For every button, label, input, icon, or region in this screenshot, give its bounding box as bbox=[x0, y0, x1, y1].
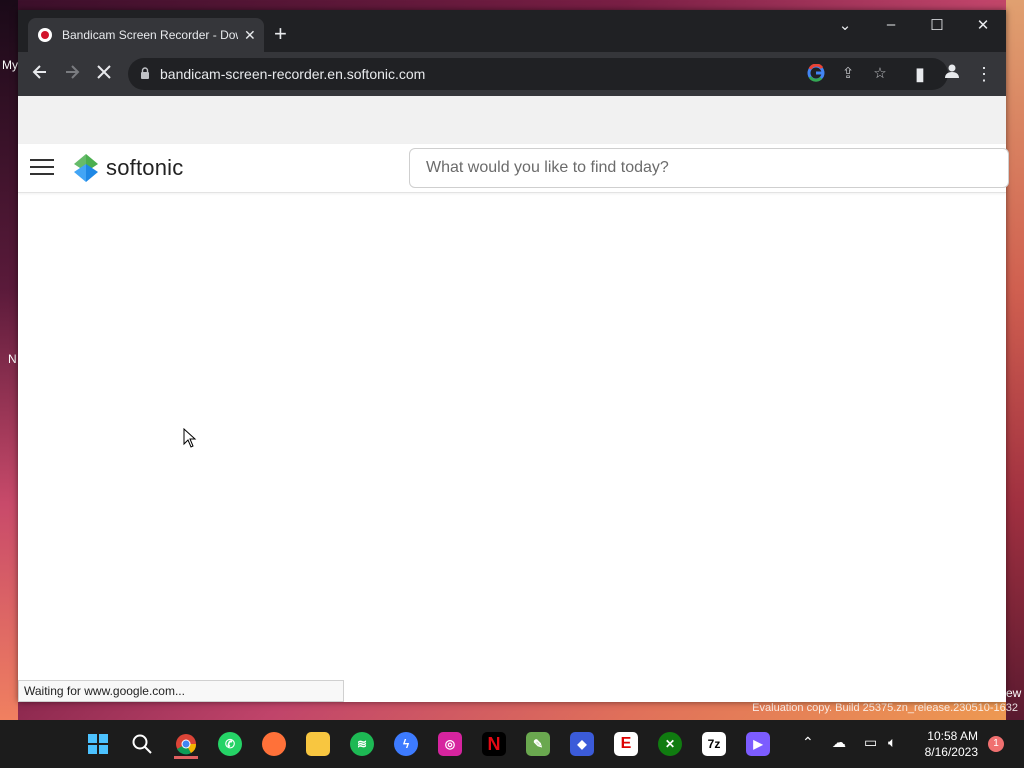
clock-time: 10:58 AM bbox=[927, 729, 978, 743]
xbox-icon[interactable]: ✕ bbox=[658, 732, 682, 756]
spotify-icon[interactable]: ≋ bbox=[350, 732, 374, 756]
instagram-icon[interactable]: ◎ bbox=[438, 732, 462, 756]
firefox-icon[interactable] bbox=[262, 732, 286, 756]
clipchamp-icon[interactable]: ▶ bbox=[746, 732, 770, 756]
messenger-icon[interactable]: ϟ bbox=[394, 732, 418, 756]
chevron-up-icon[interactable]: ⌃ bbox=[802, 734, 814, 751]
back-button[interactable] bbox=[28, 62, 52, 86]
netflix-icon[interactable]: N bbox=[482, 732, 506, 756]
desktop-icon-label[interactable]: ew bbox=[1006, 686, 1021, 700]
chrome-icon[interactable] bbox=[174, 732, 198, 759]
lock-icon bbox=[141, 67, 149, 79]
url-text: bandicam-screen-recorder.en.softonic.com bbox=[160, 66, 426, 82]
browser-toolbar: bandicam-screen-recorder.en.softonic.com… bbox=[18, 52, 1006, 96]
search-input[interactable] bbox=[409, 148, 1009, 188]
copilot-icon[interactable]: ◆ bbox=[570, 732, 594, 756]
bandicam-favicon-icon bbox=[38, 28, 52, 42]
ad-banner-area bbox=[18, 96, 1006, 144]
7zip-icon[interactable]: 7z bbox=[702, 732, 726, 756]
taskbar: ✆ ≋ ϟ ◎ N ✎ ◆ E ✕ 7z ▶ ⌃ ☁ ▭ 🔈︎ 10:58 AM… bbox=[0, 720, 1024, 768]
network-icon[interactable]: ▭ bbox=[864, 734, 877, 751]
softonic-logo[interactable]: softonic bbox=[72, 152, 183, 184]
desktop-wallpaper-right bbox=[1006, 0, 1024, 720]
tab-bandicam[interactable]: Bandicam Screen Recorder - Dow ✕ bbox=[28, 18, 264, 52]
new-tab-button[interactable]: + bbox=[274, 23, 287, 45]
softonic-logo-icon bbox=[74, 154, 98, 182]
stop-icon bbox=[97, 65, 111, 79]
more-menu-icon[interactable]: ⋮ bbox=[972, 62, 996, 86]
forward-button[interactable] bbox=[60, 62, 84, 86]
stop-loading-button[interactable] bbox=[92, 62, 116, 86]
file-explorer-icon[interactable] bbox=[306, 732, 330, 756]
clock-date: 8/16/2023 bbox=[924, 745, 978, 759]
close-window-button[interactable]: ✕ bbox=[960, 16, 1006, 34]
profile-icon[interactable] bbox=[940, 62, 964, 86]
address-bar[interactable]: bandicam-screen-recorder.en.softonic.com… bbox=[128, 58, 948, 90]
clock[interactable]: 10:58 AM 8/16/2023 bbox=[925, 728, 978, 760]
minimize-button[interactable]: – bbox=[868, 16, 914, 33]
tab-search-icon[interactable]: ⌄ bbox=[822, 16, 868, 34]
desktop-icon-label[interactable]: My bbox=[2, 58, 18, 72]
logo-text: softonic bbox=[106, 155, 184, 180]
tab-title: Bandicam Screen Recorder - Dow bbox=[62, 28, 238, 42]
espn-icon[interactable]: E bbox=[614, 732, 638, 756]
tab-strip: Bandicam Screen Recorder - Dow ✕ + ⌄ – ☐… bbox=[18, 10, 1006, 52]
page-content: softonic Waiting for www.google.com... bbox=[18, 96, 1009, 702]
arrow-right-icon bbox=[66, 65, 80, 79]
volume-icon[interactable]: 🔈︎ bbox=[888, 734, 896, 751]
arrow-left-icon bbox=[32, 65, 46, 79]
onedrive-icon[interactable]: ☁ bbox=[832, 734, 846, 751]
desktop-icon-label[interactable]: N bbox=[8, 352, 17, 366]
browser-window: Bandicam Screen Recorder - Dow ✕ + ⌄ – ☐… bbox=[18, 10, 1009, 702]
close-tab-icon[interactable]: ✕ bbox=[244, 27, 256, 44]
whatsapp-icon[interactable]: ✆ bbox=[218, 732, 242, 756]
maximize-button[interactable]: ☐ bbox=[914, 16, 960, 34]
search-icon[interactable] bbox=[130, 732, 154, 756]
status-bubble: Waiting for www.google.com... bbox=[18, 680, 344, 702]
evaluation-watermark: Evaluation copy. Build 25375.zn_release.… bbox=[752, 702, 1018, 714]
hamburger-menu-icon[interactable] bbox=[30, 159, 54, 177]
star-icon[interactable]: ☆ bbox=[870, 64, 890, 84]
softonic-header: softonic bbox=[18, 144, 1009, 193]
notepad-icon[interactable]: ✎ bbox=[526, 732, 550, 756]
share-icon[interactable]: ⇪ bbox=[838, 64, 858, 84]
mouse-cursor-icon bbox=[183, 428, 197, 448]
start-icon[interactable] bbox=[86, 732, 110, 756]
notification-badge[interactable]: 1 bbox=[988, 736, 1004, 752]
google-icon[interactable] bbox=[806, 63, 826, 84]
side-panel-icon[interactable]: ▮ bbox=[908, 62, 932, 86]
